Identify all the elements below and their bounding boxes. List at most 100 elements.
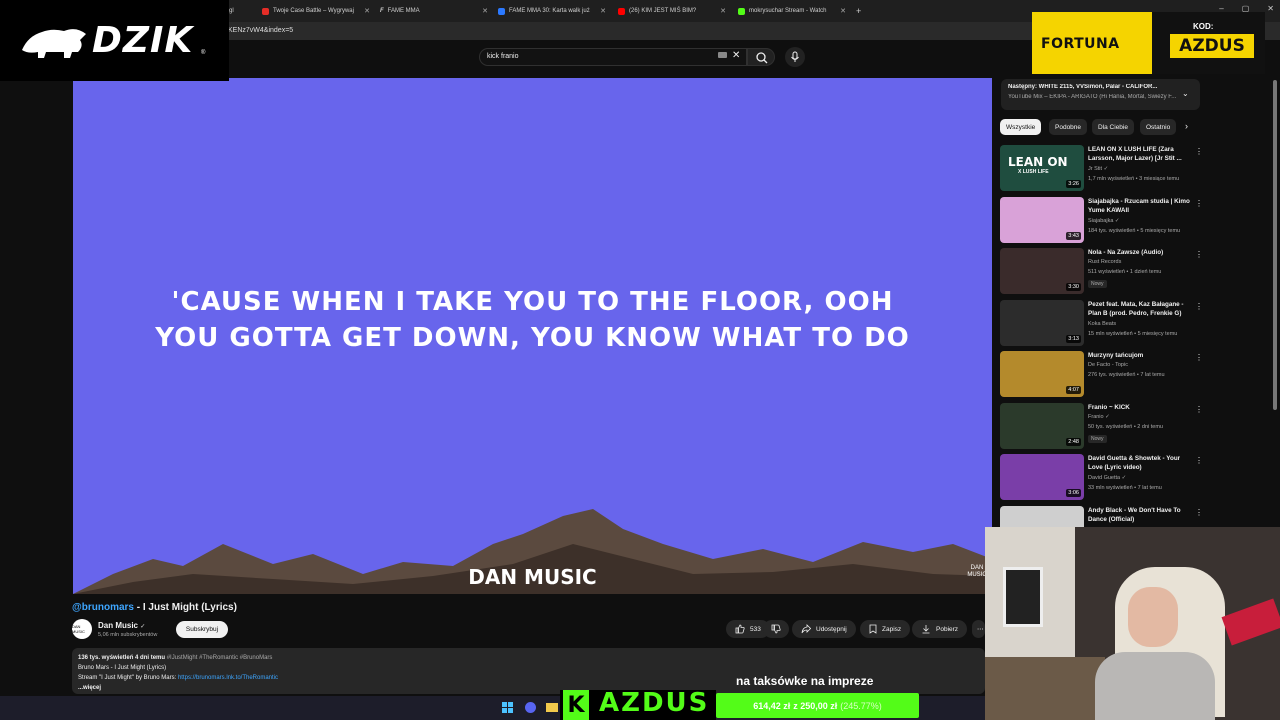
more-vert-icon[interactable]: ⋮ <box>1195 302 1203 311</box>
picture-frame <box>1003 567 1043 627</box>
download-button[interactable]: Pobierz <box>912 620 968 638</box>
recommendation-item[interactable]: 3:43 Siajabajka - Rzucam studia | Kimo Yu… <box>1000 196 1205 243</box>
search-icon <box>756 52 768 64</box>
video-thumbnail[interactable]: 3:13 <box>1000 299 1084 346</box>
duration-badge: 4:07 <box>1066 386 1081 394</box>
close-window-button[interactable]: ✕ <box>1267 4 1274 13</box>
bookmark-icon <box>869 624 877 634</box>
channel-avatar[interactable]: DAN MUSIC <box>72 619 92 639</box>
recommendation-title[interactable]: Nola - Na Zawsze (Audio) <box>1088 248 1193 257</box>
discord-icon[interactable] <box>525 702 536 713</box>
search-input[interactable]: kick franio <box>479 48 747 66</box>
hashtags[interactable]: #IJustMight #TheRomantic #BrunoMars <box>167 655 273 661</box>
recommendation-title[interactable]: Pezet feat. Mata, Kaz Bałagane - Plan B … <box>1088 300 1193 318</box>
chevron-right-icon[interactable]: › <box>1185 121 1188 131</box>
more-vert-icon[interactable]: ⋮ <box>1195 456 1203 465</box>
recommendation-title[interactable]: Franio ~ KICK <box>1088 403 1193 412</box>
balance-current: 614,42 zł <box>753 700 791 711</box>
more-vert-icon[interactable]: ⋮ <box>1195 353 1203 362</box>
recommendation-title[interactable]: LEAN ON X LUSH LIFE (Zara Larsson, Major… <box>1088 145 1193 163</box>
video-player[interactable]: 'CAUSE WHEN I TAKE YOU TO THE FLOOR, OOH… <box>73 78 992 594</box>
tab-case-battle[interactable]: Twoje Case Battle – Wygrywaj ✕ <box>262 3 372 19</box>
recommendation-item[interactable]: 4:07 Murzyny tańcujom De Facto - Topic 276 … <box>1000 351 1205 397</box>
more-actions-button[interactable]: ⋯ <box>972 620 985 638</box>
plus-icon: + <box>856 6 862 16</box>
chevron-down-icon[interactable]: ⌄ <box>1182 89 1189 98</box>
recommendation-title[interactable]: Murzyny tańcujom <box>1088 351 1193 360</box>
tab-fame-mma[interactable]: F FAME MMA ✕ <box>380 3 490 19</box>
recommendation-channel[interactable]: Rust Records <box>1088 259 1121 265</box>
share-label: Udostępnij <box>816 625 847 633</box>
voice-search-button[interactable] <box>785 47 805 67</box>
video-title: @brunomars - I Just Might (Lyrics) <box>72 602 237 613</box>
windows-start-icon[interactable] <box>502 702 514 714</box>
recommendation-item[interactable]: LEAN ON X LUSH LIFE 3:26 LEAN ON X LUSH LIF… <box>1000 145 1205 191</box>
video-thumbnail[interactable]: 3:30 <box>1000 248 1084 294</box>
recommendation-channel[interactable]: David Guetta ✓ <box>1088 475 1126 481</box>
chip-for-you[interactable]: Dla Ciebie <box>1092 119 1134 135</box>
search-button[interactable] <box>747 48 775 66</box>
subscribe-button[interactable]: Subskrybuj <box>176 621 228 638</box>
balance-tracker: 614,42 zł z 250,00 zł (245.77%) <box>716 693 919 718</box>
close-tab-icon[interactable]: ✕ <box>600 7 606 15</box>
recommendation-channel[interactable]: De Facto - Topic <box>1088 362 1128 368</box>
stream-link[interactable]: https://brunomars.lnk.to/TheRomantic <box>178 675 278 681</box>
dislike-button[interactable] <box>763 620 789 638</box>
video-thumbnail[interactable]: 4:07 <box>1000 351 1084 397</box>
recommendation-item[interactable]: 3:30 Nola - Na Zawsze (Audio) Rust Records… <box>1000 248 1205 294</box>
chip-related[interactable]: Podobne <box>1049 119 1088 135</box>
recommendation-channel[interactable]: Koka Beats <box>1088 321 1116 327</box>
tab-fame-card[interactable]: FAME MMA 30: Karta walk już ✕ <box>498 3 608 19</box>
more-vert-icon[interactable]: ⋮ <box>1195 199 1203 208</box>
duration-badge: 3:43 <box>1066 231 1081 240</box>
thumbnail-text: LEAN ON <box>1008 155 1068 169</box>
streamer-webcam <box>985 527 1280 720</box>
clear-search-icon[interactable]: ✕ <box>732 50 740 61</box>
video-thumbnail[interactable]: LEAN ON X LUSH LIFE 3:26 <box>1000 145 1084 191</box>
video-thumbnail[interactable]: 2:48 <box>1000 402 1084 449</box>
close-tab-icon[interactable]: ✕ <box>720 7 726 15</box>
chip-recent[interactable]: Ostatnio <box>1140 119 1176 135</box>
streamer-hoodie <box>1095 652 1215 720</box>
more-vert-icon[interactable]: ⋮ <box>1195 405 1203 414</box>
channel-name-text: Dan Music <box>98 621 139 630</box>
tab-youtube[interactable]: gl <box>229 3 259 19</box>
channel-name[interactable]: Dan Music ✓ <box>98 621 145 630</box>
new-tab-button[interactable]: + <box>856 3 866 19</box>
recommendation-title[interactable]: Siajabajka - Rzucam studia | Kimo Yume K… <box>1088 197 1193 215</box>
artist-mention-link[interactable]: @brunomars <box>72 602 134 613</box>
recommendation-channel[interactable]: Franio ✓ <box>1088 414 1110 420</box>
folder-icon[interactable] <box>546 703 558 712</box>
recommendation-item[interactable]: 2:48 Franio ~ KICK Franio ✓ 50 tys. wyświet… <box>1000 402 1205 449</box>
verified-icon: ✓ <box>140 624 146 630</box>
thumbs-down-icon <box>771 624 781 634</box>
recommendation-item[interactable]: 3:13 Pezet feat. Mata, Kaz Bałagane - Pla… <box>1000 299 1205 346</box>
recommendation-channel[interactable]: Siajabajka ✓ <box>1088 218 1120 224</box>
keyboard-icon[interactable] <box>718 52 727 58</box>
chip-all[interactable]: Wszystkie <box>1000 119 1042 135</box>
tab-kick-stream[interactable]: mokrysuchar Stream - Watch ✕ <box>738 3 848 19</box>
share-button[interactable]: Udostępnij <box>792 620 856 638</box>
recommendation-channel[interactable]: Jr Stit ✓ <box>1088 166 1108 172</box>
close-tab-icon[interactable]: ✕ <box>364 7 370 15</box>
close-tab-icon[interactable]: ✕ <box>482 7 488 15</box>
recommendation-item[interactable]: 3:06 David Guetta & Showtek - Your Love (… <box>1000 454 1205 500</box>
recommendation-title[interactable]: Andy Black - We Don't Have To Dance (Off… <box>1088 506 1193 524</box>
save-button[interactable]: Zapisz <box>860 620 911 638</box>
url-text[interactable]: KENz7vW4&index=5 <box>228 27 293 34</box>
more-vert-icon[interactable]: ⋮ <box>1195 147 1203 156</box>
recommendation-title[interactable]: David Guetta & Showtek - Your Love (Lyri… <box>1088 454 1193 472</box>
more-vert-icon[interactable]: ⋮ <box>1195 508 1203 517</box>
video-thumbnail[interactable]: 3:43 <box>1000 196 1084 243</box>
thumbnail-subtext: X LUSH LIFE <box>1018 169 1049 175</box>
up-next-panel[interactable]: Następny: WHITE 2115, VVSimon, Palar - C… <box>1001 79 1200 110</box>
close-tab-icon[interactable]: ✕ <box>840 7 846 15</box>
video-thumbnail[interactable]: 3:06 <box>1000 454 1084 500</box>
more-vert-icon[interactable]: ⋮ <box>1195 250 1203 259</box>
balance-percent: (245.77%) <box>840 700 882 711</box>
scrollbar[interactable] <box>1273 80 1277 410</box>
streamer-face <box>1128 587 1178 647</box>
tab-kim-jest[interactable]: (26) KIM JEST MIŚ BIM? ✕ <box>618 3 728 19</box>
shelf-items <box>985 657 1105 720</box>
recommendation-stats: 1,7 mln wyświetleń • 3 miesiące temu <box>1088 176 1180 182</box>
